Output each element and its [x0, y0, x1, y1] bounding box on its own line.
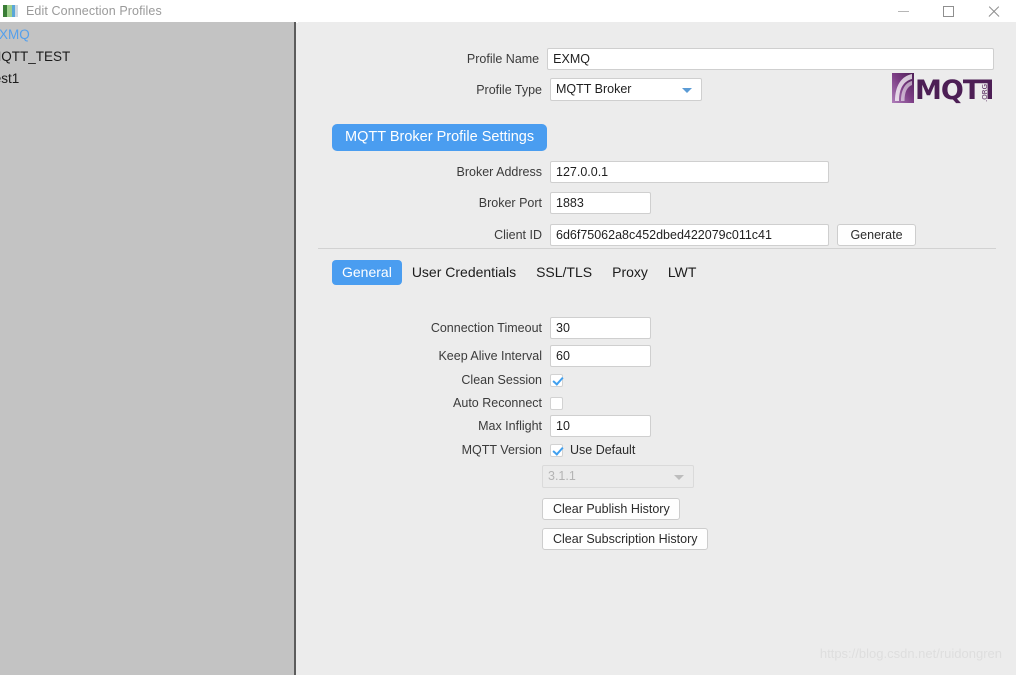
title-bar: Edit Connection Profiles: [0, 0, 1016, 23]
maximize-button[interactable]: [926, 0, 971, 22]
profile-type-row: Profile Type MQTT Broker: [298, 78, 702, 101]
clean-session-checkbox[interactable]: [550, 373, 563, 387]
broker-address-row: Broker Address 127.0.0.1: [298, 161, 829, 183]
settings-tabs: General User Credentials SSL/TLS Proxy L…: [332, 260, 706, 285]
profile-sidebar: EXMQ MQTT_TEST test1: [0, 22, 296, 675]
clean-session-label: Clean Session: [461, 373, 542, 387]
keep-alive-interval-input[interactable]: 60: [550, 345, 651, 367]
broker-port-label: Broker Port: [478, 196, 542, 210]
window-title: Edit Connection Profiles: [26, 4, 162, 18]
connection-timeout-row: Connection Timeout 30: [298, 317, 651, 339]
broker-port-input[interactable]: 1883: [550, 192, 651, 214]
edit-connection-profiles-window: Edit Connection Profiles EXMQ MQTT_TEST …: [0, 0, 1016, 675]
use-default-label: Use Default: [570, 443, 636, 457]
window-controls: [881, 0, 1016, 22]
auto-reconnect-label: Auto Reconnect: [453, 396, 542, 410]
watermark-text: https://blog.csdn.net/ruidongren: [819, 646, 1002, 661]
clear-subscription-history-row: Clear Subscription History: [542, 528, 708, 550]
clear-subscription-history-button[interactable]: Clear Subscription History: [542, 528, 708, 550]
mqtt-broker-profile-settings-header[interactable]: MQTT Broker Profile Settings: [332, 124, 548, 151]
profile-name-input[interactable]: EXMQ: [547, 48, 994, 70]
svg-text:.ORG: .ORG: [981, 84, 989, 102]
clear-publish-history-button[interactable]: Clear Publish History: [542, 498, 680, 520]
profile-type-value: MQTT Broker: [556, 82, 632, 96]
client-id-row: Client ID 6d6f75062a8c452dbed422079c011c…: [298, 224, 916, 246]
tab-proxy[interactable]: Proxy: [602, 260, 658, 285]
profile-list-item-test1[interactable]: test1: [0, 68, 290, 90]
client-id-input[interactable]: 6d6f75062a8c452dbed422079c011c41: [550, 224, 829, 246]
mqtt-version-label: MQTT Version: [461, 443, 542, 457]
broker-port-row: Broker Port 1883: [298, 192, 651, 214]
broker-address-input[interactable]: 127.0.0.1: [550, 161, 829, 183]
tab-ssl-tls[interactable]: SSL/TLS: [526, 260, 602, 285]
profile-name-row: Profile Name EXMQ: [298, 48, 994, 70]
broker-address-label: Broker Address: [456, 165, 542, 179]
mqtt-version-row: MQTT Version Use Default: [298, 443, 636, 457]
mqtt-org-logo: MQTT .ORG: [892, 71, 992, 105]
clear-publish-history-row: Clear Publish History: [542, 498, 680, 520]
keep-alive-interval-label: Keep Alive Interval: [438, 349, 542, 363]
mqtt-version-value: 3.1.1: [548, 469, 576, 483]
profile-type-label: Profile Type: [476, 82, 542, 97]
max-inflight-input[interactable]: 10: [550, 415, 651, 437]
max-inflight-label: Max Inflight: [478, 419, 542, 433]
profile-name-label: Profile Name: [466, 52, 540, 66]
auto-reconnect-row: Auto Reconnect: [298, 396, 563, 410]
app-icon: [3, 4, 19, 18]
minimize-button[interactable]: [881, 0, 926, 22]
chevron-down-icon: [674, 475, 684, 480]
chevron-down-icon: [682, 88, 692, 93]
mqtt-version-dropdown[interactable]: 3.1.1: [542, 465, 694, 488]
profile-list-item-exmq[interactable]: EXMQ: [0, 24, 290, 46]
profile-editor-panel: Profile Name EXMQ Profile Type MQTT Brok…: [298, 22, 1016, 675]
tab-lwt[interactable]: LWT: [658, 260, 707, 285]
tab-user-credentials[interactable]: User Credentials: [402, 260, 526, 285]
keep-alive-interval-row: Keep Alive Interval 60: [298, 345, 651, 367]
close-button[interactable]: [971, 0, 1016, 22]
mqtt-version-select-row: 3.1.1: [542, 465, 694, 488]
use-default-checkbox[interactable]: [550, 443, 563, 457]
generate-client-id-button[interactable]: Generate: [837, 224, 916, 246]
profile-type-dropdown[interactable]: MQTT Broker: [550, 78, 702, 101]
profile-list: EXMQ MQTT_TEST test1: [0, 24, 290, 90]
section-divider: [318, 248, 996, 249]
tab-general[interactable]: General: [332, 260, 402, 285]
clean-session-row: Clean Session: [298, 373, 563, 387]
profile-list-item-mqtt-test[interactable]: MQTT_TEST: [0, 46, 290, 68]
connection-timeout-input[interactable]: 30: [550, 317, 651, 339]
max-inflight-row: Max Inflight 10: [298, 415, 651, 437]
auto-reconnect-checkbox[interactable]: [550, 396, 563, 410]
client-id-label: Client ID: [494, 228, 542, 242]
connection-timeout-label: Connection Timeout: [430, 321, 542, 335]
